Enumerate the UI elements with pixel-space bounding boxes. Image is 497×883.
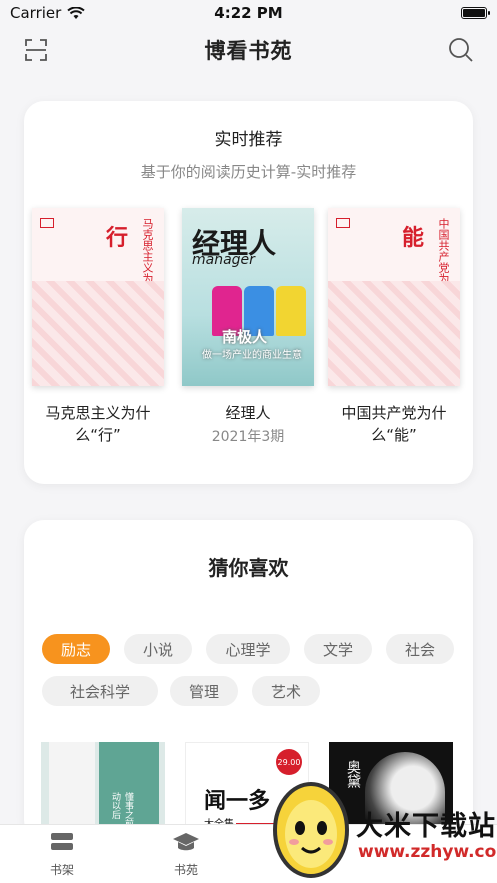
book-cover[interactable]: 经理人 manager 南极人 做一场产业的商业生意 bbox=[182, 208, 314, 386]
tag-chip[interactable]: 心理学 bbox=[206, 634, 290, 664]
book-item[interactable]: 行 马克思主义为什么 马克思主义为什么“行” bbox=[30, 208, 166, 446]
tag-chip[interactable]: 励志 bbox=[42, 634, 110, 664]
recommend-title: 实时推荐 bbox=[214, 130, 283, 150]
status-time: 4:22 PM bbox=[214, 4, 283, 22]
tag-chip[interactable]: 社会科学 bbox=[42, 676, 158, 706]
book-item[interactable]: 能 中国共产党为什么 中国共产党为什么“能” bbox=[326, 208, 462, 446]
search-button[interactable] bbox=[447, 36, 475, 64]
tag-chip[interactable]: 文学 bbox=[304, 634, 372, 664]
tag-chip[interactable]: 管理 bbox=[170, 676, 238, 706]
guess-title: 猜你喜欢 bbox=[208, 556, 289, 580]
tag-chip[interactable]: 小说 bbox=[124, 634, 192, 664]
graduation-cap-icon bbox=[173, 833, 199, 851]
watermark: 大米下载站 www.zzhyw.com bbox=[268, 774, 497, 883]
tag-chip[interactable]: 艺术 bbox=[252, 676, 320, 706]
scan-button[interactable] bbox=[22, 36, 50, 64]
book-item[interactable]: 经理人 manager 南极人 做一场产业的商业生意 经理人 2021年3期 bbox=[180, 208, 316, 446]
rice-mascot-logo bbox=[273, 782, 349, 878]
scan-icon bbox=[25, 39, 47, 61]
battery-icon bbox=[461, 7, 490, 19]
watermark-url: www.zzhyw.com bbox=[358, 842, 497, 862]
carrier-label: Carrier bbox=[10, 4, 62, 22]
watermark-text: 大米下载站 bbox=[356, 811, 496, 842]
tab-label: 书苑 bbox=[173, 863, 198, 877]
tab-bookshelf[interactable]: 书架 bbox=[32, 831, 92, 878]
book-title: 中国共产党为什么“能” bbox=[341, 404, 447, 444]
status-bar: Carrier 4:22 PM bbox=[0, 0, 497, 26]
recommend-card: 实时推荐 基于你的阅读历史计算-实时推荐 行 马克思主义为什么 马克思主义为什么… bbox=[24, 101, 473, 484]
tag-chip[interactable]: 社会 bbox=[386, 634, 454, 664]
page-title: 博看书苑 bbox=[204, 39, 293, 63]
tab-label: 书架 bbox=[49, 863, 74, 877]
recommend-subtitle: 基于你的阅读历史计算-实时推荐 bbox=[140, 163, 357, 181]
book-title: 经理人 bbox=[225, 404, 271, 422]
book-title: 马克思主义为什么“行” bbox=[45, 404, 151, 444]
wifi-icon bbox=[67, 6, 85, 19]
nav-bar: 博看书苑 bbox=[0, 28, 497, 72]
search-icon bbox=[449, 38, 473, 62]
book-cover[interactable]: 能 中国共产党为什么 bbox=[328, 208, 460, 386]
tab-library[interactable]: 书苑 bbox=[156, 831, 216, 878]
book-cover[interactable]: 行 马克思主义为什么 bbox=[32, 208, 164, 386]
book-issue: 2021年3期 bbox=[211, 429, 285, 445]
bookshelf-icon bbox=[51, 833, 73, 850]
